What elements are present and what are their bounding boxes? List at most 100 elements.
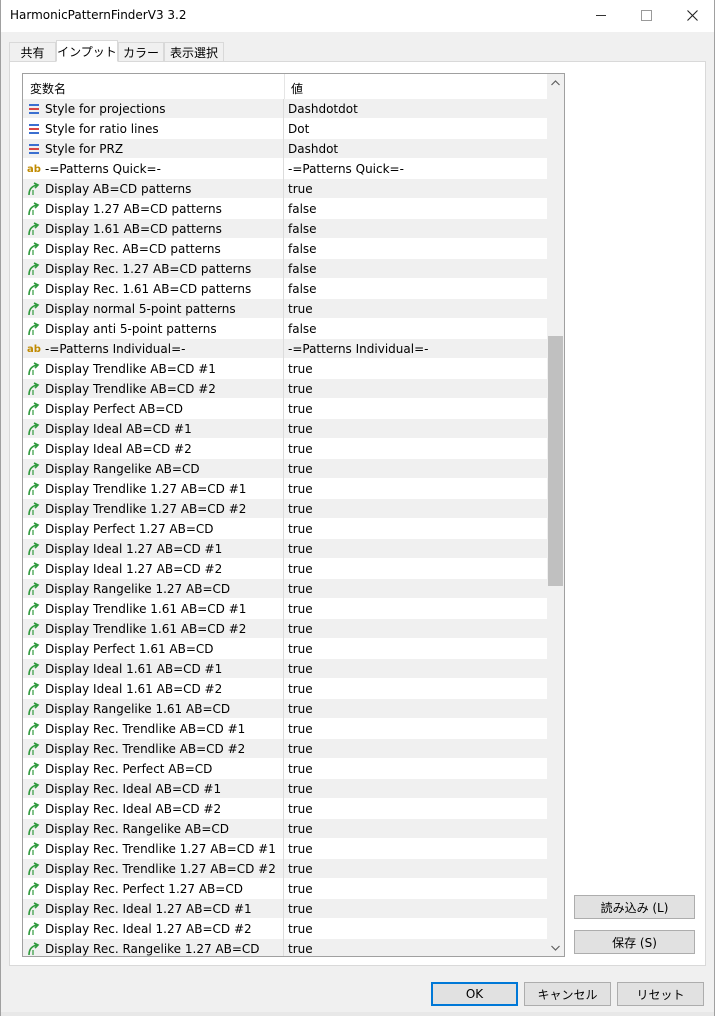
table-row[interactable]: Display AB=CD patterns true (23, 179, 547, 199)
table-row[interactable]: Display Rec. 1.61 AB=CD patterns false (23, 279, 547, 299)
row-value-cell[interactable]: Dashdotdot (285, 99, 547, 119)
table-row[interactable]: Display Trendlike 1.61 AB=CD #1 true (23, 599, 547, 619)
row-value-cell[interactable]: true (285, 899, 547, 919)
row-value-cell[interactable]: true (285, 479, 547, 499)
table-row[interactable]: Style for projections Dashdotdot (23, 99, 547, 119)
row-value-cell[interactable]: true (285, 659, 547, 679)
tab-inputs[interactable]: インプット (56, 40, 118, 62)
row-value-cell[interactable]: true (285, 179, 547, 199)
row-value-cell[interactable]: true (285, 379, 547, 399)
column-divider[interactable] (284, 74, 285, 99)
table-row[interactable]: Display Rangelike 1.61 AB=CD true (23, 699, 547, 719)
table-row[interactable]: Display Perfect AB=CD true (23, 399, 547, 419)
table-row[interactable]: Display Rec. Perfect 1.27 AB=CD true (23, 879, 547, 899)
row-value-cell[interactable]: true (285, 879, 547, 899)
table-row[interactable]: Display Trendlike 1.27 AB=CD #2 true (23, 499, 547, 519)
table-row[interactable]: Display Rec. Rangelike AB=CD true (23, 819, 547, 839)
row-value-cell[interactable]: false (285, 279, 547, 299)
table-row[interactable]: Style for PRZ Dashdot (23, 139, 547, 159)
row-value-cell[interactable]: true (285, 839, 547, 859)
table-row[interactable]: Display 1.27 AB=CD patterns false (23, 199, 547, 219)
row-value-cell[interactable]: true (285, 699, 547, 719)
scrollbar-thumb[interactable] (548, 336, 563, 586)
row-value-cell[interactable]: true (285, 459, 547, 479)
row-value-cell[interactable]: false (285, 219, 547, 239)
table-row[interactable]: Style for ratio lines Dot (23, 119, 547, 139)
load-button[interactable]: 読み込み (L) (574, 895, 695, 919)
row-value-cell[interactable]: true (285, 559, 547, 579)
table-row[interactable]: Display 1.61 AB=CD patterns false (23, 219, 547, 239)
row-value-cell[interactable]: true (285, 299, 547, 319)
row-value-cell[interactable]: true (285, 759, 547, 779)
tab-common[interactable]: 共有 (9, 42, 56, 61)
table-row[interactable]: Display Trendlike AB=CD #1 true (23, 359, 547, 379)
table-row[interactable]: Display anti 5-point patterns false (23, 319, 547, 339)
table-row[interactable]: Display Perfect 1.27 AB=CD true (23, 519, 547, 539)
maximize-button[interactable] (623, 0, 669, 31)
table-row[interactable]: Display Trendlike 1.27 AB=CD #1 true (23, 479, 547, 499)
vertical-scrollbar[interactable] (547, 74, 564, 956)
row-value-cell[interactable]: true (285, 819, 547, 839)
column-header-name[interactable]: 変数名 (30, 80, 66, 97)
table-row[interactable]: Display Trendlike 1.61 AB=CD #2 true (23, 619, 547, 639)
table-row[interactable]: Display Rec. Perfect AB=CD true (23, 759, 547, 779)
table-row[interactable]: Display Rec. Ideal 1.27 AB=CD #2 true (23, 919, 547, 939)
row-value-cell[interactable]: Dashdot (285, 139, 547, 159)
row-value-cell[interactable]: true (285, 359, 547, 379)
row-value-cell[interactable]: false (285, 319, 547, 339)
row-value-cell[interactable]: true (285, 779, 547, 799)
tab-visualization[interactable]: 表示選択 (164, 42, 224, 61)
table-row[interactable]: Display Rec. Rangelike 1.27 AB=CD true (23, 939, 547, 956)
tab-colors[interactable]: カラー (118, 42, 164, 61)
row-value-cell[interactable]: true (285, 719, 547, 739)
save-button[interactable]: 保存 (S) (574, 930, 695, 954)
row-value-cell[interactable]: true (285, 939, 547, 956)
row-value-cell[interactable]: true (285, 519, 547, 539)
row-value-cell[interactable]: true (285, 579, 547, 599)
table-row[interactable]: Display Rangelike 1.27 AB=CD true (23, 579, 547, 599)
row-value-cell[interactable]: false (285, 199, 547, 219)
row-value-cell[interactable]: -=Patterns Individual=- (285, 339, 547, 359)
row-value-cell[interactable]: true (285, 439, 547, 459)
row-value-cell[interactable]: true (285, 639, 547, 659)
close-button[interactable] (669, 0, 715, 31)
table-row[interactable]: Display Rec. Ideal AB=CD #1 true (23, 779, 547, 799)
ok-button[interactable]: OK (431, 982, 518, 1006)
minimize-button[interactable] (578, 0, 624, 31)
row-value-cell[interactable]: -=Patterns Quick=- (285, 159, 547, 179)
table-row[interactable]: Display Ideal AB=CD #2 true (23, 439, 547, 459)
row-value-cell[interactable]: true (285, 919, 547, 939)
cancel-button[interactable]: キャンセル (524, 982, 611, 1006)
reset-button[interactable]: リセット (617, 982, 704, 1006)
table-row[interactable]: Display Ideal AB=CD #1 true (23, 419, 547, 439)
row-value-cell[interactable]: true (285, 599, 547, 619)
table-row[interactable]: Display normal 5-point patterns true (23, 299, 547, 319)
row-value-cell[interactable]: true (285, 419, 547, 439)
table-row[interactable]: Display Ideal 1.61 AB=CD #2 true (23, 679, 547, 699)
table-row[interactable]: Display Rec. Ideal 1.27 AB=CD #1 true (23, 899, 547, 919)
table-row[interactable]: Display Trendlike AB=CD #2 true (23, 379, 547, 399)
row-value-cell[interactable]: false (285, 239, 547, 259)
table-row[interactable]: Display Ideal 1.27 AB=CD #2 true (23, 559, 547, 579)
row-value-cell[interactable]: true (285, 859, 547, 879)
row-value-cell[interactable]: true (285, 499, 547, 519)
scroll-up-button[interactable] (547, 74, 564, 91)
row-value-cell[interactable]: true (285, 619, 547, 639)
table-row[interactable]: Display Rec. Trendlike AB=CD #2 true (23, 739, 547, 759)
table-row[interactable]: Display Rec. Ideal AB=CD #2 true (23, 799, 547, 819)
table-row[interactable]: Display Rec. Trendlike AB=CD #1 true (23, 719, 547, 739)
row-value-cell[interactable]: false (285, 259, 547, 279)
column-header-value[interactable]: 値 (291, 80, 303, 97)
row-value-cell[interactable]: Dot (285, 119, 547, 139)
table-row[interactable]: Display Perfect 1.61 AB=CD true (23, 639, 547, 659)
table-row[interactable]: Display Ideal 1.61 AB=CD #1 true (23, 659, 547, 679)
scroll-down-button[interactable] (547, 939, 564, 956)
table-row[interactable]: ab -=Patterns Individual=- -=Patterns Indi… (23, 339, 547, 359)
row-value-cell[interactable]: true (285, 399, 547, 419)
row-value-cell[interactable]: true (285, 679, 547, 699)
row-value-cell[interactable]: true (285, 539, 547, 559)
row-value-cell[interactable]: true (285, 799, 547, 819)
table-row[interactable]: ab -=Patterns Quick=- -=Patterns Quick=- (23, 159, 547, 179)
table-row[interactable]: Display Rec. Trendlike 1.27 AB=CD #1 true (23, 839, 547, 859)
table-row[interactable]: Display Rec. Trendlike 1.27 AB=CD #2 true (23, 859, 547, 879)
